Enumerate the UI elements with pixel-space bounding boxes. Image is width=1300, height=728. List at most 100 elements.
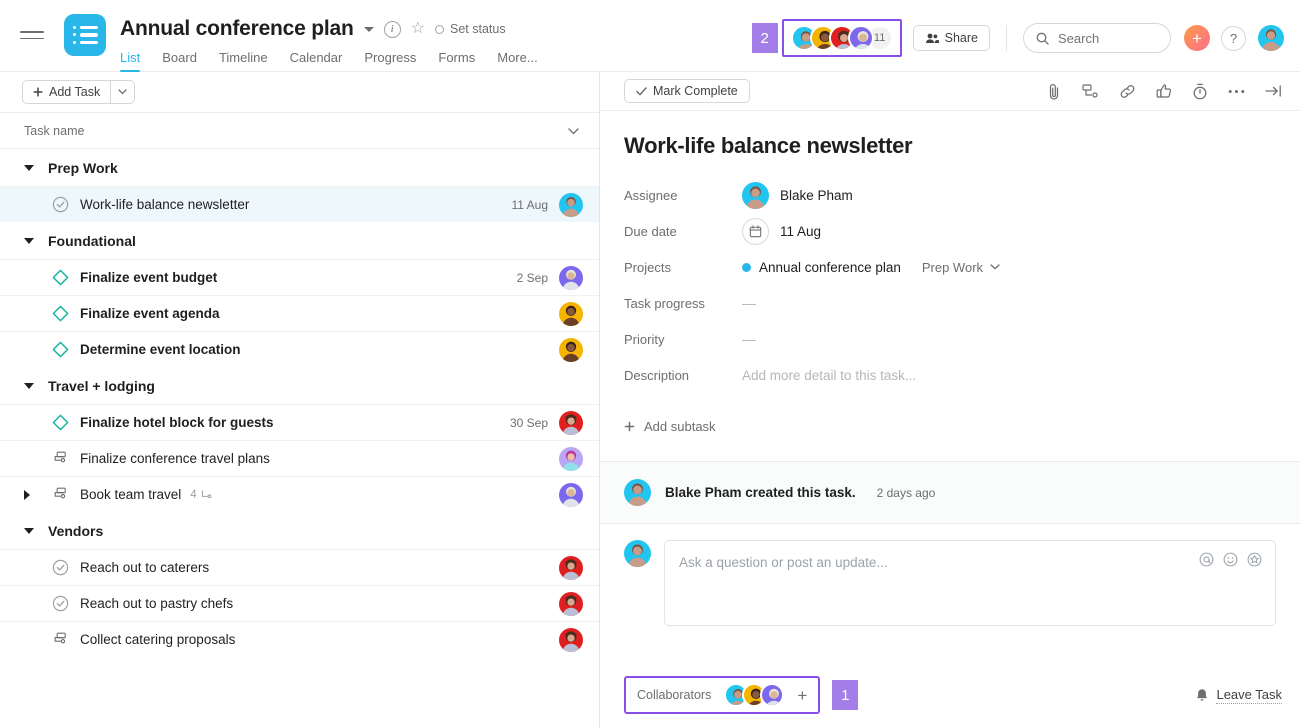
milestone-diamond-icon[interactable]: [52, 269, 69, 286]
current-user-avatar[interactable]: [1258, 25, 1284, 51]
table-row[interactable]: Reach out to caterers: [0, 549, 599, 585]
task-name[interactable]: Finalize event agenda: [80, 306, 220, 321]
subtask-icon[interactable]: [52, 450, 69, 467]
search-input[interactable]: [1058, 30, 1153, 46]
search-box[interactable]: [1023, 23, 1171, 53]
avatar[interactable]: [847, 25, 874, 51]
mark-complete-button[interactable]: Mark Complete: [624, 79, 750, 103]
timer-icon[interactable]: [1192, 83, 1208, 100]
tab-progress[interactable]: Progress: [364, 50, 416, 72]
mention-icon[interactable]: [1199, 552, 1214, 572]
avatar[interactable]: [624, 540, 651, 567]
task-name[interactable]: Finalize conference travel plans: [80, 451, 270, 466]
section-collapse-icon[interactable]: [24, 164, 34, 171]
column-options-chevron[interactable]: [568, 124, 579, 138]
leave-task-button[interactable]: Leave Task: [1195, 687, 1282, 704]
section-row[interactable]: Foundational: [0, 222, 599, 259]
task-name[interactable]: Collect catering proposals: [80, 632, 235, 647]
milestone-diamond-icon[interactable]: [52, 305, 69, 322]
avatar[interactable]: [559, 591, 583, 616]
subtask-icon[interactable]: [52, 486, 69, 503]
task-title[interactable]: Work-life balance newsletter: [624, 133, 1276, 159]
section-row[interactable]: Vendors: [0, 512, 599, 549]
avatar[interactable]: [624, 479, 651, 506]
expand-subtasks-icon[interactable]: [24, 489, 52, 500]
table-row[interactable]: Work-life balance newsletter 11 Aug: [0, 186, 599, 222]
avatar[interactable]: [559, 446, 583, 471]
project-list-icon[interactable]: [64, 14, 106, 56]
avatar[interactable]: [559, 482, 583, 507]
table-row[interactable]: Book team travel 4: [0, 476, 599, 512]
avatar[interactable]: [559, 410, 583, 435]
avatar[interactable]: [760, 683, 785, 707]
table-row[interactable]: Determine event location: [0, 331, 599, 367]
tab-more[interactable]: More...: [497, 50, 537, 72]
table-row[interactable]: Collect catering proposals: [0, 621, 599, 657]
tab-list[interactable]: List: [120, 50, 141, 72]
avatar[interactable]: [559, 301, 583, 326]
task-name[interactable]: Work-life balance newsletter: [80, 197, 249, 212]
milestone-diamond-icon[interactable]: [52, 341, 69, 358]
section-collapse-icon[interactable]: [24, 237, 34, 244]
table-row[interactable]: Finalize event budget 2 Sep: [0, 259, 599, 295]
assignee-value[interactable]: Blake Pham: [742, 181, 853, 209]
share-button[interactable]: Share: [912, 25, 990, 51]
section-collapse-icon[interactable]: [24, 527, 34, 534]
add-subtask-button[interactable]: Add subtask: [624, 419, 1276, 434]
task-name[interactable]: Finalize event budget: [80, 270, 217, 285]
attachment-icon[interactable]: [1047, 83, 1062, 100]
page-title[interactable]: Annual conference plan: [120, 17, 354, 41]
table-row[interactable]: Finalize conference travel plans: [0, 440, 599, 476]
link-icon[interactable]: [1119, 83, 1136, 100]
avatar[interactable]: [559, 265, 583, 290]
quick-add-button[interactable]: +: [1184, 25, 1210, 51]
add-collaborator-button[interactable]: +: [797, 687, 807, 704]
avatar[interactable]: [559, 192, 583, 217]
task-name[interactable]: Reach out to caterers: [80, 560, 209, 575]
task-due-date[interactable]: 11 Aug: [512, 198, 548, 212]
avatar[interactable]: [559, 627, 583, 652]
tab-forms[interactable]: Forms: [438, 50, 475, 72]
info-icon[interactable]: i: [383, 20, 401, 38]
task-name[interactable]: Reach out to pastry chefs: [80, 596, 233, 611]
table-row[interactable]: Finalize hotel block for guests 30 Sep: [0, 404, 599, 440]
collapse-panel-icon[interactable]: [1265, 84, 1282, 98]
section-row[interactable]: Prep Work: [0, 149, 599, 186]
emoji-icon[interactable]: [1223, 552, 1238, 572]
task-name[interactable]: Determine event location: [80, 342, 241, 357]
section-row[interactable]: Travel + lodging: [0, 367, 599, 404]
help-button[interactable]: ?: [1221, 25, 1246, 51]
description-input[interactable]: Add more detail to this task...: [742, 368, 916, 383]
avatar[interactable]: [742, 181, 769, 209]
avatar[interactable]: [559, 555, 583, 580]
more-options-icon[interactable]: [1228, 89, 1245, 94]
priority-value[interactable]: —: [742, 331, 756, 347]
due-date-value-wrap[interactable]: 11 Aug: [742, 217, 821, 245]
task-due-date[interactable]: 2 Sep: [517, 271, 548, 285]
tab-timeline[interactable]: Timeline: [219, 50, 268, 72]
table-row[interactable]: Finalize event agenda: [0, 295, 599, 331]
project-chip[interactable]: Annual conference plan: [742, 260, 901, 275]
chevron-down-icon[interactable]: [363, 26, 374, 32]
subtask-icon[interactable]: [1082, 83, 1099, 99]
avatar[interactable]: [559, 337, 583, 362]
comment-input[interactable]: Ask a question or post an update...: [664, 540, 1276, 626]
project-section-dropdown[interactable]: Prep Work: [922, 260, 1000, 275]
task-progress-value[interactable]: —: [742, 295, 756, 311]
milestone-diamond-icon[interactable]: [52, 414, 69, 431]
check-circle-icon[interactable]: [52, 559, 69, 576]
project-members-highlight[interactable]: 11: [781, 19, 902, 57]
task-due-date[interactable]: 30 Sep: [510, 416, 548, 430]
tab-board[interactable]: Board: [162, 50, 197, 72]
collaborators-highlight[interactable]: Collaborators +: [624, 676, 821, 714]
add-task-dropdown[interactable]: [111, 89, 134, 95]
table-row[interactable]: Reach out to pastry chefs: [0, 585, 599, 621]
set-status-button[interactable]: Set status: [435, 22, 506, 36]
sticker-star-icon[interactable]: [1247, 552, 1262, 572]
tab-calendar[interactable]: Calendar: [290, 50, 343, 72]
subtask-icon[interactable]: [52, 631, 69, 648]
check-circle-icon[interactable]: [52, 595, 69, 612]
task-name[interactable]: Finalize hotel block for guests: [80, 415, 274, 430]
thumbs-up-icon[interactable]: [1156, 83, 1172, 99]
sidebar-toggle-icon[interactable]: [20, 23, 44, 47]
